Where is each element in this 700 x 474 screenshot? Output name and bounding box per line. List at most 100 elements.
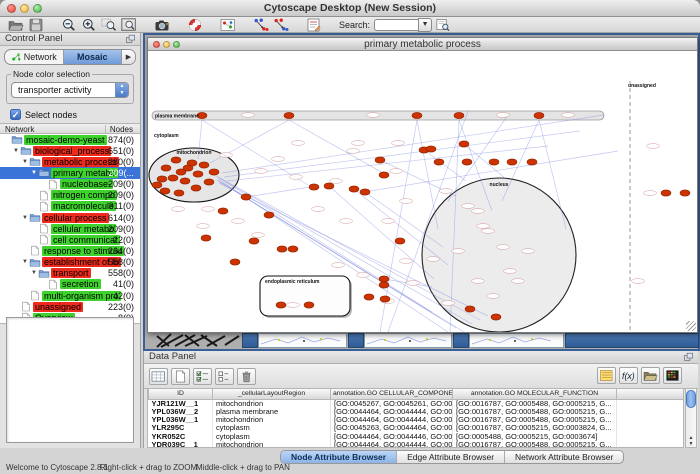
network-node[interactable] xyxy=(379,282,389,288)
layout-destroy-view-button[interactable] xyxy=(271,17,291,32)
table-scrollbar[interactable]: ▲▼ xyxy=(685,388,697,448)
network-node[interactable] xyxy=(527,159,537,165)
network-view-window[interactable]: primary metabolic process plasma membran… xyxy=(147,37,698,333)
background-window-preview[interactable] xyxy=(469,333,564,348)
background-window-preview[interactable] xyxy=(364,333,452,348)
node-color-dropdown[interactable]: transporter activity ▲▼ xyxy=(11,82,129,98)
network-node[interactable] xyxy=(180,178,190,184)
network-node[interactable] xyxy=(380,296,390,302)
tree-row-cell-communicat[interactable]: cell communicat22(0) xyxy=(0,234,140,245)
table-row[interactable]: YPL036W__1mitochondrion[GO:0044464, GO:0… xyxy=(149,416,685,424)
column-header[interactable] xyxy=(617,389,685,399)
network-canvas[interactable]: plasma membranecytoplasmmitochondrionnuc… xyxy=(148,51,697,332)
open-file-button[interactable] xyxy=(6,17,26,32)
network-edge[interactable] xyxy=(222,115,604,173)
network-node[interactable] xyxy=(360,189,370,195)
float-panel-icon[interactable] xyxy=(125,34,136,44)
resize-grip[interactable] xyxy=(686,321,696,331)
column-header[interactable]: _cellularLayoutRegion xyxy=(213,389,331,399)
import-table-button[interactable] xyxy=(149,368,168,385)
network-node[interactable] xyxy=(241,194,251,200)
tree-row-macromolecule[interactable]: macromolecule311(0) xyxy=(0,201,140,212)
network-node[interactable] xyxy=(434,159,444,165)
zoom-in-button[interactable] xyxy=(79,17,99,32)
select-nodes-checkbox[interactable]: ✓ xyxy=(10,109,21,120)
network-node[interactable] xyxy=(462,159,472,165)
tab-edge-attribute-browser[interactable]: Edge Attribute Browser xyxy=(396,451,504,463)
expand-arrow-icon[interactable]: ▼ xyxy=(21,259,29,265)
tree-row-nucleobase-[interactable]: nucleobase-209(0) xyxy=(0,179,140,190)
network-node[interactable] xyxy=(204,179,214,185)
network-edge[interactable] xyxy=(424,150,466,181)
network-node[interactable] xyxy=(324,183,334,189)
network-node[interactable] xyxy=(454,112,464,118)
annotation-form-button[interactable] xyxy=(304,17,324,32)
network-node[interactable] xyxy=(459,141,469,147)
network-node[interactable] xyxy=(193,171,203,177)
tab-mosaic[interactable]: Mosaic xyxy=(64,50,123,64)
view-minimize-button[interactable] xyxy=(163,41,170,48)
network-node[interactable] xyxy=(680,190,690,196)
background-window-titlebar[interactable] xyxy=(348,333,364,348)
tree-row-secretion[interactable]: secretion41(0) xyxy=(0,279,140,290)
view-close-button[interactable] xyxy=(153,41,160,48)
table-row[interactable]: YPL036W__2plasma membrane[GO:0044464, GO… xyxy=(149,408,685,416)
expand-arrow-icon[interactable]: ▼ xyxy=(21,215,29,221)
network-edge[interactable] xyxy=(329,186,434,279)
column-header[interactable]: annotation.GO CELLULAR_COMPONENT xyxy=(331,389,453,399)
column-header[interactable]: annotation.GO MOLECULAR_FUNCTION xyxy=(453,389,617,399)
tree-row-establishment-of-lo[interactable]: ▼establishment of lo558(0) xyxy=(0,257,140,268)
network-node[interactable] xyxy=(230,259,240,265)
column-header[interactable]: ID xyxy=(149,389,213,399)
tab-overflow-button[interactable]: ▶ xyxy=(122,50,135,64)
import-attributes-button[interactable] xyxy=(641,367,660,384)
network-node[interactable] xyxy=(201,235,211,241)
network-node[interactable] xyxy=(168,175,178,181)
scrollbar-arrows[interactable]: ▲▼ xyxy=(686,435,696,447)
snapshot-camera-button[interactable] xyxy=(152,17,172,32)
network-node[interactable] xyxy=(661,190,671,196)
tree-row-unassigned[interactable]: unassigned223(0) xyxy=(0,301,140,312)
network-node[interactable] xyxy=(218,208,228,214)
expand-arrow-icon[interactable]: ▼ xyxy=(30,170,38,176)
zoom-button[interactable] xyxy=(33,4,42,13)
matrix-view-button[interactable] xyxy=(663,367,682,384)
network-node[interactable] xyxy=(284,112,294,118)
help-lifesaver-button[interactable] xyxy=(185,17,205,32)
tree-row-biological-process[interactable]: ▼biological_process651(0) xyxy=(0,145,140,156)
network-node[interactable] xyxy=(288,246,298,252)
network-view-manager-button[interactable] xyxy=(218,17,238,32)
network-node[interactable] xyxy=(187,160,197,166)
tree-row-mosaic-demo-yeast[interactable]: mosaic-demo-yeast874(0) xyxy=(0,134,140,145)
network-node[interactable] xyxy=(152,182,162,188)
network-node[interactable] xyxy=(304,302,314,308)
table-row[interactable]: YKR052Ccytoplasm[GO:0044464, GO:0044446,… xyxy=(149,433,685,441)
select-attributes-button[interactable] xyxy=(193,368,212,385)
network-node[interactable] xyxy=(534,112,544,118)
tree-row-metabolic-process[interactable]: ▼metabolic process280(0) xyxy=(0,156,140,167)
delete-attributes-button[interactable] xyxy=(237,368,256,385)
network-node[interactable] xyxy=(160,188,170,194)
network-node[interactable] xyxy=(491,314,501,320)
network-node[interactable] xyxy=(395,238,405,244)
tree-row-nitrogen-compo[interactable]: nitrogen compo209(0) xyxy=(0,190,140,201)
background-window-titlebar[interactable] xyxy=(453,333,469,348)
function-builder-button[interactable]: f(x) xyxy=(619,367,638,384)
search-options-button[interactable] xyxy=(432,17,452,32)
network-view-titlebar[interactable]: primary metabolic process xyxy=(148,38,697,51)
network-edge[interactable] xyxy=(289,120,383,173)
zoom-out-button[interactable] xyxy=(59,17,79,32)
network-node[interactable] xyxy=(277,246,287,252)
expand-arrow-icon[interactable]: ▼ xyxy=(30,270,38,276)
network-node[interactable] xyxy=(364,294,374,300)
search-input[interactable] xyxy=(374,19,418,31)
search-dropdown-button[interactable]: ▼ xyxy=(418,18,432,32)
expand-arrow-icon[interactable]: ▼ xyxy=(12,148,20,154)
zoom-selected-region-button[interactable] xyxy=(99,17,119,32)
close-button[interactable] xyxy=(7,4,16,13)
network-node[interactable] xyxy=(309,184,319,190)
network-node[interactable] xyxy=(379,276,389,282)
network-node[interactable] xyxy=(465,306,475,312)
network-node[interactable] xyxy=(276,302,286,308)
network-node[interactable] xyxy=(507,159,517,165)
